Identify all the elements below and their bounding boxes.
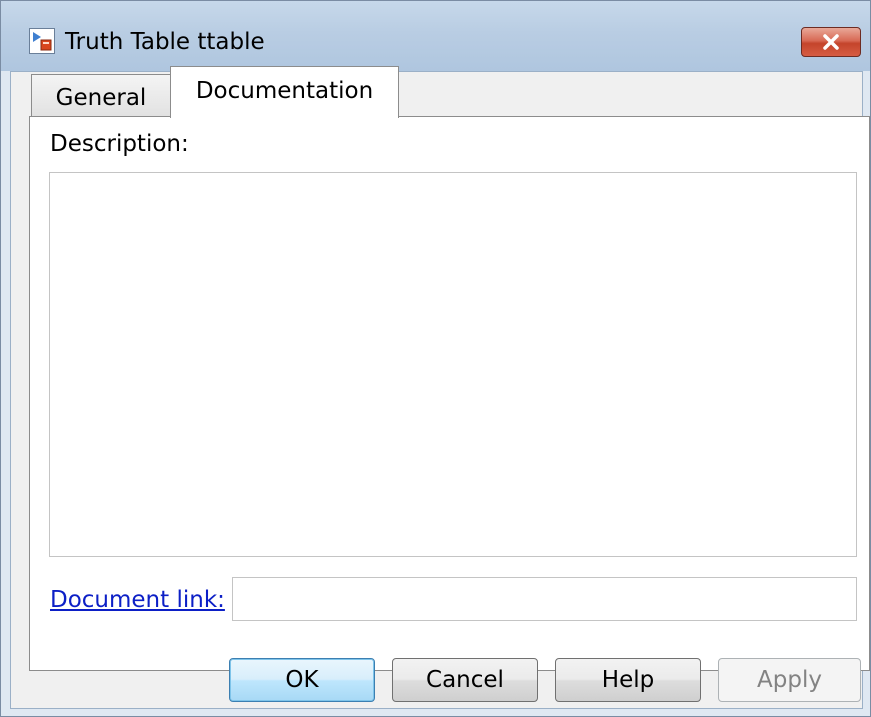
dialog-body: General Documentation Description: Docum…: [10, 66, 870, 709]
title-bar[interactable]: Truth Table ttable: [1, 1, 870, 71]
description-label: Description:: [50, 131, 189, 157]
dialog-window: Truth Table ttable General Documentation…: [0, 0, 871, 717]
close-icon: [823, 34, 839, 50]
help-button[interactable]: Help: [555, 658, 701, 702]
tab-documentation[interactable]: Documentation: [170, 66, 399, 118]
document-link-label[interactable]: Document link:: [50, 587, 225, 613]
apply-button[interactable]: Apply: [718, 658, 861, 702]
window-title: Truth Table ttable: [65, 29, 265, 55]
cancel-button[interactable]: Cancel: [392, 658, 538, 702]
description-textarea[interactable]: [49, 172, 857, 557]
documentation-panel: Description: Document link:: [29, 116, 870, 671]
stateflow-truth-table-icon: [29, 28, 55, 54]
close-button[interactable]: [801, 27, 861, 57]
ok-button[interactable]: OK: [229, 658, 375, 702]
document-link-input[interactable]: [232, 577, 857, 621]
tab-general[interactable]: General: [31, 74, 171, 120]
